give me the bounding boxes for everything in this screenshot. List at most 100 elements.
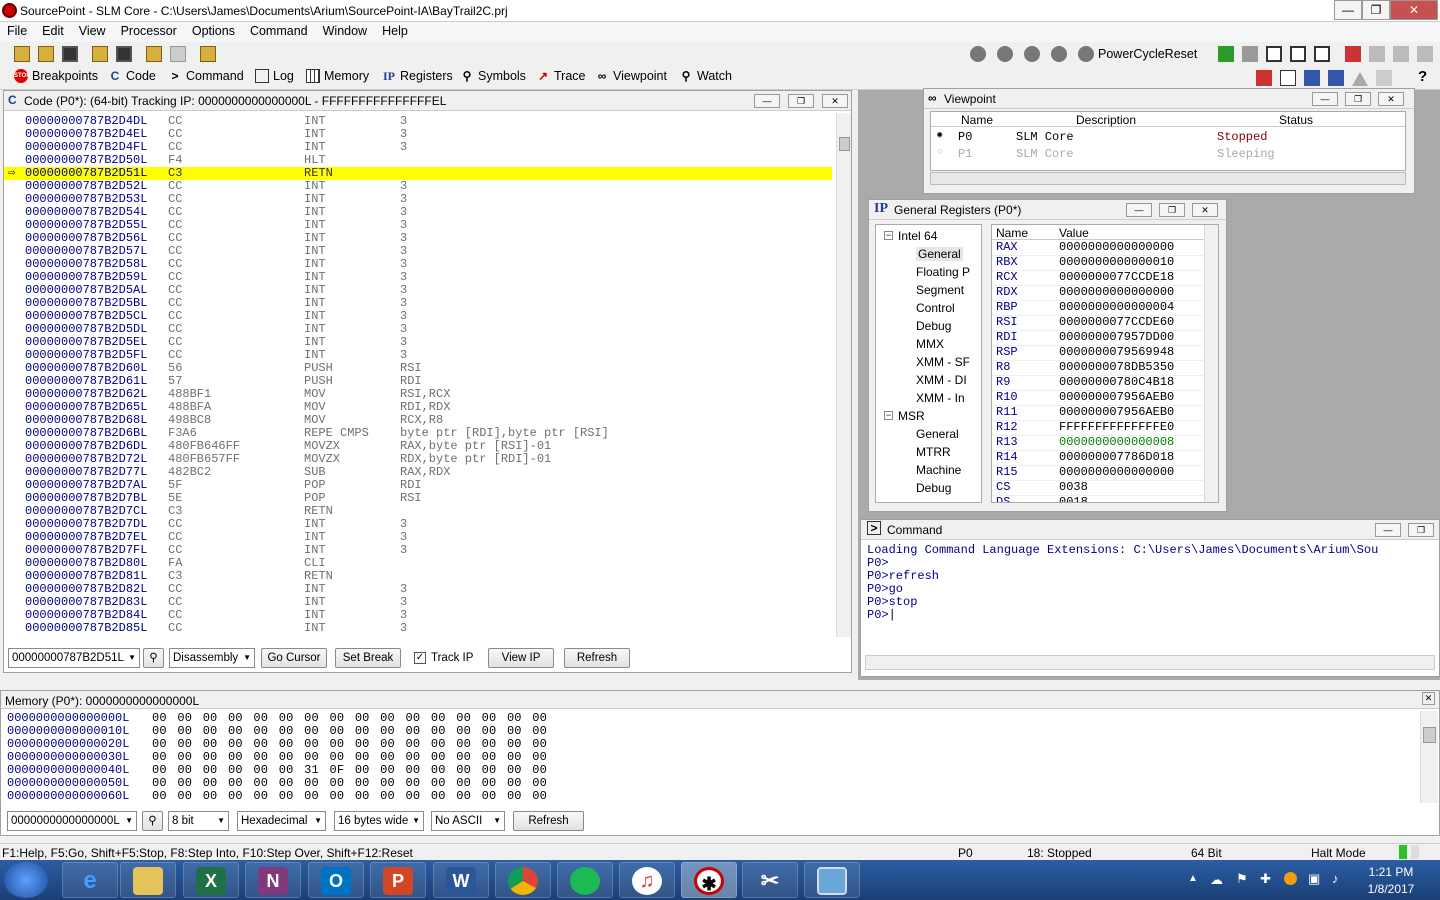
register-value[interactable]: 0038 [1059,481,1088,494]
register-value[interactable]: 000000007956AEB0 [1059,391,1174,404]
register-group-item[interactable]: Machine [916,463,961,477]
code-minimize-button[interactable]: — [754,94,780,108]
save-file-icon[interactable] [116,46,132,62]
code-scroll-thumb[interactable] [839,137,850,151]
register-value[interactable]: 0000000000000000 [1059,466,1174,479]
register-value[interactable]: 0000000000000010 [1059,256,1174,269]
step-into-icon[interactable] [1266,46,1282,62]
taskbar-sourcepoint[interactable]: ✱ [681,862,737,898]
registers-minimize-button[interactable]: — [1126,203,1152,217]
viewpoint-close-button[interactable]: ✕ [1378,92,1404,106]
viewpoint-minimize-button[interactable]: — [1312,92,1338,106]
power-cycle-icon[interactable] [1078,46,1094,62]
memory-close-button[interactable]: ✕ [1422,692,1435,705]
reset-icon[interactable] [1369,46,1385,62]
menu-window[interactable]: Window [316,22,375,38]
flag-icon[interactable]: ⚑ [1236,871,1248,887]
macro-icon[interactable] [200,46,216,62]
trace-button[interactable]: ↗ Trace [536,69,586,83]
register-group-item[interactable]: Segment [916,283,964,297]
memory-width-select[interactable]: 8 bit ▼ [168,811,229,831]
register-value[interactable]: 0000000077CCDE60 [1059,316,1174,329]
register-row[interactable]: R12 FFFFFFFFFFFFFFE0 [992,421,1204,436]
edit-icon[interactable] [1280,70,1296,86]
tray-app-icon[interactable]: ✚ [1260,871,1271,887]
register-group-item[interactable]: XMM - SF [916,355,970,369]
menu-view[interactable]: View [72,22,114,38]
register-value[interactable]: 0018 [1059,496,1088,503]
register-group-item[interactable]: Floating P [916,265,970,279]
register-value[interactable]: 0000000000000004 [1059,301,1174,314]
register-row[interactable]: RBX 0000000000000010 [992,256,1204,271]
gear-icon[interactable] [1024,46,1040,62]
maximize-button[interactable]: ❐ [1362,0,1390,20]
menu-file[interactable]: File [0,22,35,38]
taskbar-word[interactable]: W [433,862,489,898]
taskbar-outlook[interactable]: O [308,862,364,898]
gear-icon[interactable] [970,46,986,62]
register-row[interactable]: R15 0000000000000000 [992,466,1204,481]
memory-address-combo[interactable]: 0000000000000000L ▼ [7,811,137,831]
register-group-tree[interactable]: Intel 64− General Floating P Segment Control… [875,224,982,503]
open-file-icon[interactable] [92,46,108,62]
step-out-icon[interactable] [1314,46,1330,62]
disassembly-list[interactable]: 00000000787B2D4DL CC INT 3 00000000787B2D4EL… [4,115,834,635]
registers-close-button[interactable]: ✕ [1192,203,1218,217]
breakpoint-icon[interactable] [1345,46,1361,62]
tray-expand-icon[interactable]: ▲ [1188,873,1198,884]
register-row[interactable]: RDI 000000007957DD00 [992,331,1204,346]
memory-bytes-select[interactable]: 16 bytes wide ▼ [334,811,424,831]
register-group-item[interactable]: General [916,427,959,441]
register-value[interactable]: 0000000000000008 [1059,436,1174,449]
layout-icon[interactable] [1256,70,1272,86]
save-icon[interactable] [62,46,78,62]
code-restore-button[interactable]: ❐ [788,94,814,108]
taskbar-excel[interactable]: X [183,862,239,898]
viewpoint-row[interactable]: ◉ P0 SLM Core Stopped [931,129,1405,145]
register-value[interactable]: 0000000077CCDE18 [1059,271,1174,284]
radio-icon[interactable]: ○ [937,147,942,157]
registers-button[interactable]: IP Registers [382,69,453,83]
minimize-button[interactable]: — [1334,0,1362,20]
clock-date[interactable]: 1/8/2017 [1362,882,1420,896]
register-value[interactable]: 00000000780C4B18 [1059,376,1174,389]
register-row[interactable]: R8 0000000078DB5350 [992,361,1204,376]
register-group-item[interactable]: Control [916,301,955,315]
gear-icon[interactable] [997,46,1013,62]
radio-selected-icon[interactable]: ◉ [937,130,942,140]
register-row[interactable]: R10 000000007956AEB0 [992,391,1204,406]
register-group-item[interactable]: Debug [916,481,951,495]
start-button[interactable] [4,862,48,898]
register-scrollbar[interactable] [1204,225,1218,502]
register-row[interactable]: RSI 0000000077CCDE60 [992,316,1204,331]
register-group-item[interactable]: Debug [916,319,951,333]
help-icon[interactable]: ? [1418,68,1427,85]
taskbar-itunes[interactable]: ♫ [619,862,675,898]
taskbar-ie[interactable]: e [62,862,118,898]
code-refresh-button[interactable]: Refresh [564,648,630,668]
stop-icon[interactable] [1242,46,1258,62]
taskbar-onenote[interactable]: N [245,862,301,898]
viewpoint-hscrollbar[interactable] [930,172,1406,185]
address-search-button[interactable]: ⚲ [143,648,164,668]
register-group-item[interactable]: General [916,247,963,261]
taskbar-chrome[interactable] [495,862,551,898]
tray-norton-icon[interactable] [1284,872,1297,885]
register-value[interactable]: 000000007956AEB0 [1059,406,1174,419]
tree-collapse-icon[interactable]: − [884,411,893,420]
volume-icon[interactable]: ♪ [1332,871,1339,886]
register-value[interactable]: 0000000000000000 [1059,286,1174,299]
symbols-button[interactable]: ⚲ Symbols [460,69,526,83]
register-row[interactable]: R13 0000000000000008 [992,436,1204,451]
register-row[interactable]: RDX 0000000000000000 [992,286,1204,301]
close-button[interactable]: ✕ [1390,0,1438,20]
taskbar-explorer[interactable] [120,862,176,898]
register-group-item[interactable]: XMM - DI [916,373,967,387]
register-value[interactable]: 0000000079569948 [1059,346,1174,359]
register-row[interactable]: R9 00000000780C4B18 [992,376,1204,391]
memory-refresh-button[interactable]: Refresh [513,811,584,831]
register-row[interactable]: RBP 0000000000000004 [992,301,1204,316]
load-icon[interactable] [146,46,162,62]
go-icon[interactable] [1218,46,1234,62]
command-button[interactable]: > Command [168,69,243,83]
